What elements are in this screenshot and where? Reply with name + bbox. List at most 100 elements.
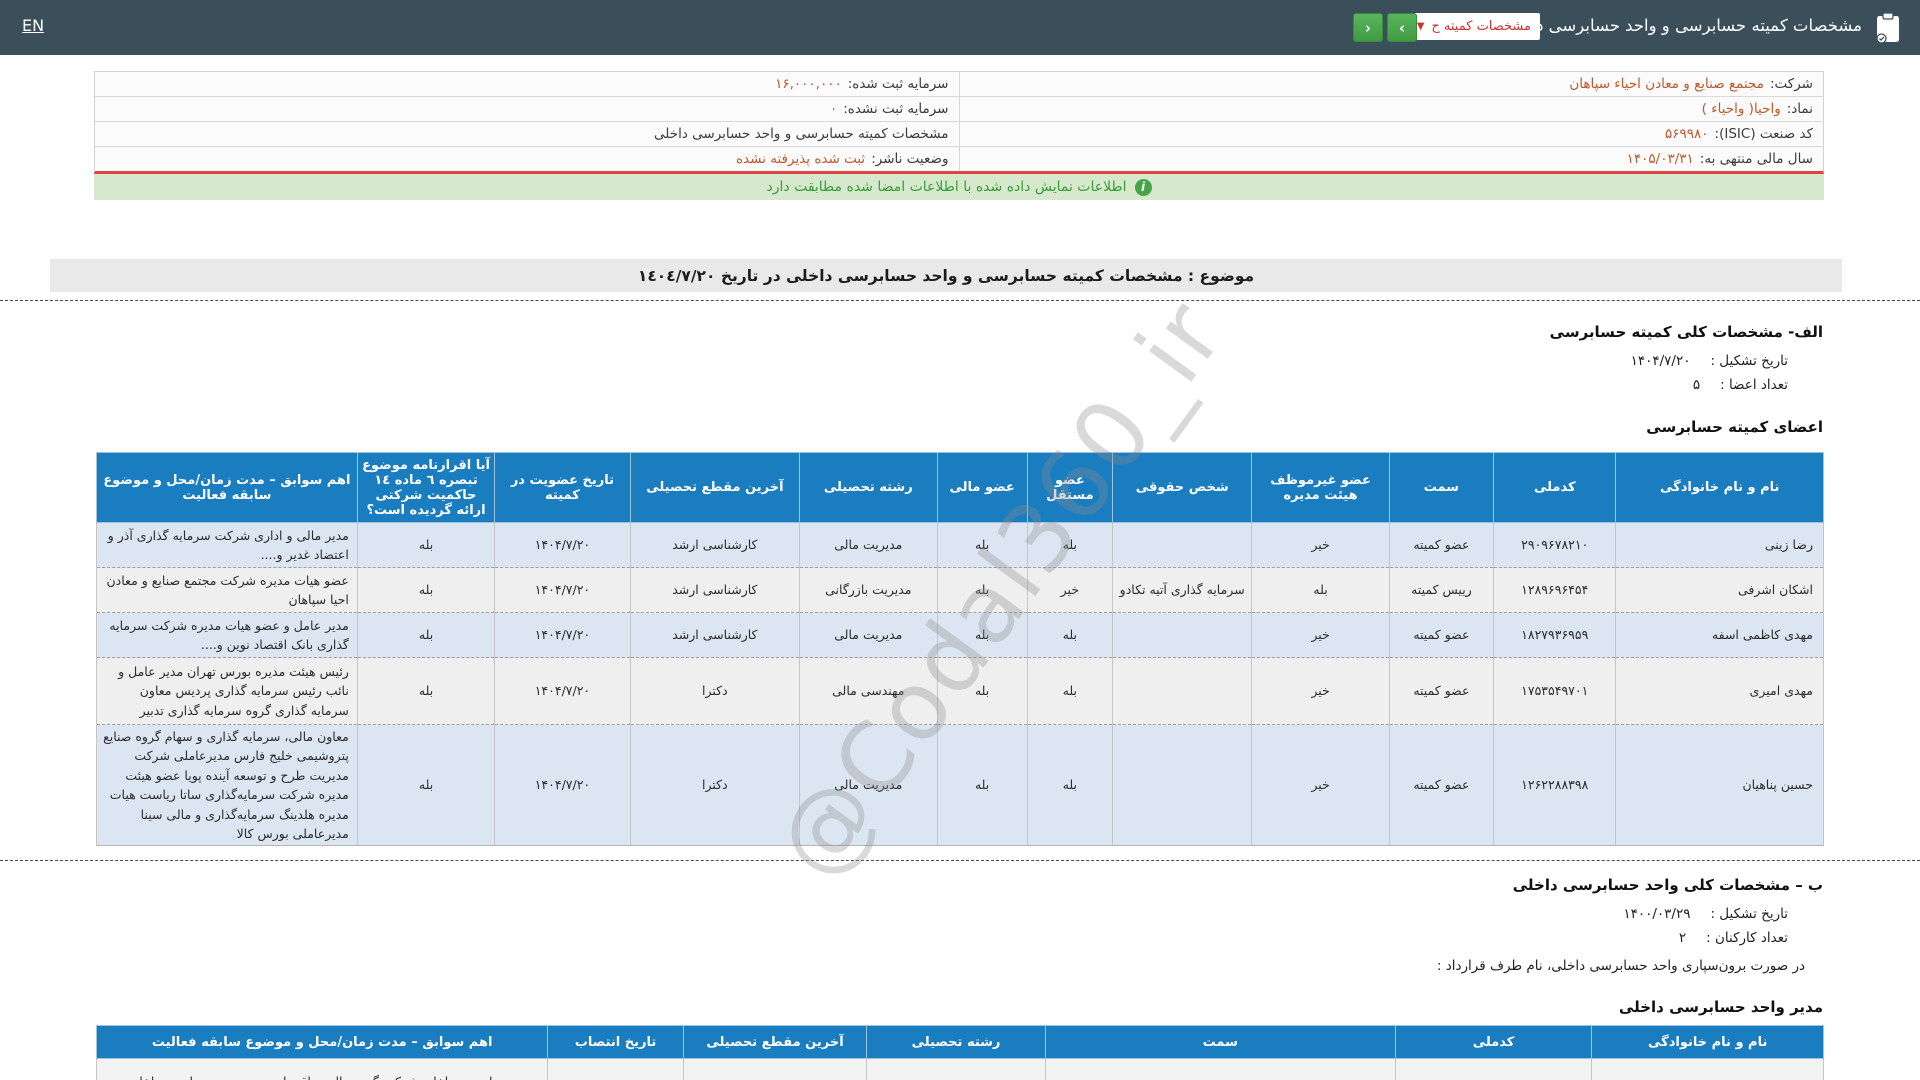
unit-formation-date-value: ۱۴۰۰/۰۳/۲۹: [1623, 906, 1691, 922]
member-declaration: بله: [356, 567, 496, 613]
info-row: کد صنعت (ISIC): ۵۶۹۹۸۰ مشخصات کمیته حسابر…: [95, 122, 1823, 147]
manager-experience: مدیر حسابرسی داخلی شرکت گروه مالی و اقتص…: [95, 1058, 549, 1080]
member-name: مهدی کاظمی اسفه: [1615, 612, 1824, 658]
col-header-name: نام و نام خانوادگی: [1615, 452, 1824, 523]
member-legal-entity: سرمایه گذاری آتیه تکادو: [1111, 567, 1253, 613]
col-header-name: نام و نام خانوادگی: [1591, 1025, 1824, 1059]
manager-row: حسابداری کارشناسی ارشد ۱۴۰۲/۱/۱ مدیر حسا…: [95, 1058, 1824, 1080]
manager-position: [1044, 1058, 1396, 1080]
member-independent: بله: [1026, 522, 1113, 568]
signed-info-banner: i اطلاعات نمایش داده شده با اطلاعات امضا…: [94, 174, 1824, 200]
col-header-experience: اهم سوابق – مدت زمان/محل و موضوع سابقه ف…: [95, 1025, 549, 1059]
report-type-dropdown[interactable]: مشخصات کمیته ح ▼: [1407, 13, 1540, 40]
isic-value: ۵۶۹۹۸۰: [1665, 126, 1709, 142]
member-independent: بله: [1026, 612, 1113, 658]
member-position: رییس کمیته: [1388, 567, 1495, 613]
members-count-label: تعداد اعضا :: [1720, 377, 1788, 393]
member-position: عضو کمیته: [1388, 612, 1495, 658]
clipboard-icon: [1876, 12, 1899, 44]
member-financial: بله: [936, 612, 1028, 658]
member-non-exec: بله: [1251, 567, 1390, 613]
fiscal-year-value: ۱۴۰۵/۰۳/۳۱: [1626, 151, 1694, 167]
member-membership-date: ۱۴۰۴/۷/۲۰: [494, 723, 631, 846]
registered-capital-value: ۱۶,۰۰۰,۰۰۰: [775, 76, 842, 92]
info-icon: i: [1134, 178, 1152, 196]
section-b-title: ب – مشخصات کلی واحد حسابرسی داخلی: [1512, 876, 1823, 894]
section-a-title: الف- مشخصات کلی کمیته حسابرسی: [1549, 323, 1823, 341]
registered-capital-label: سرمایه ثبت شده:: [847, 76, 949, 92]
member-financial: بله: [936, 657, 1028, 725]
member-financial: بله: [936, 723, 1028, 846]
manager-appointment-date: ۱۴۰۲/۱/۱: [547, 1058, 684, 1080]
formation-date-value: ۱۴۰۴/۷/۲۰: [1630, 353, 1691, 369]
member-declaration: بله: [356, 657, 496, 725]
member-degree: دکترا: [629, 657, 801, 725]
member-name: مهدی امیری: [1615, 657, 1824, 725]
col-header-position: سمت: [1044, 1025, 1396, 1059]
staff-count: تعداد کارکنان : ۲: [1679, 930, 1788, 946]
staff-count-value: ۲: [1678, 930, 1687, 946]
member-field: مدیریت بازرگانی: [799, 567, 938, 613]
member-field: مدیریت مالی: [799, 522, 938, 568]
members-table-title: اعضای کمیته حسابرسی: [1646, 418, 1823, 436]
dashed-separator: [0, 860, 1920, 861]
isic-label: کد صنعت (ISIC):: [1714, 126, 1813, 142]
formation-date-label: تاریخ تشکیل :: [1710, 353, 1788, 369]
member-name: رضا زینی: [1615, 522, 1824, 568]
internal-audit-manager-table: نام و نام خانوادگی کدملی سمت رشته تحصیلی…: [95, 1025, 1824, 1080]
unit-formation-date-label: تاریخ تشکیل :: [1710, 906, 1788, 922]
members-count: تعداد اعضا : ۵: [1693, 377, 1788, 393]
symbol-value: واحیا( واحیاء ): [1701, 101, 1781, 117]
issuer-status-label: وضعیت ناشر:: [871, 151, 949, 167]
member-name: حسین پناهیان: [1615, 723, 1824, 846]
member-legal-entity: [1111, 612, 1253, 658]
member-degree: کارشناسی ارشد: [629, 567, 801, 613]
nav-prev-button[interactable]: ‹: [1353, 13, 1383, 42]
col-header-national-id: کدملی: [1493, 452, 1617, 523]
member-national-id: ۱۷۵۳۵۴۹۷۰۱: [1493, 657, 1617, 725]
col-header-degree: آخرین مقطع تحصیلی: [629, 452, 801, 523]
committee-formation-date: تاریخ تشکیل : ۱۴۰۴/۷/۲۰: [1631, 353, 1788, 369]
report-name-label: مشخصات کمیته حسابرسی و واحد حسابرسی داخل…: [654, 126, 949, 142]
fiscal-year-label: سال مالی منتهی به:: [1699, 151, 1813, 167]
col-header-non-exec: عضو غیرموظف هیئت مدیره: [1251, 452, 1390, 523]
member-field: مهندسی مالی: [799, 657, 938, 725]
col-header-independent: عضو مستقل: [1026, 452, 1113, 523]
outsourcing-note: در صورت برون‌سپاری واحد حسابرسی داخلی، ن…: [1436, 958, 1805, 974]
language-en-link[interactable]: EN: [22, 16, 44, 35]
member-membership-date: ۱۴۰۴/۷/۲۰: [494, 612, 631, 658]
member-non-exec: خیر: [1251, 657, 1390, 725]
info-row: سال مالی منتهی به: ۱۴۰۵/۰۳/۳۱ وضعیت ناشر:…: [95, 147, 1823, 171]
member-experience: مدیر عامل و عضو هیات مدیره شرکت سرمایه گ…: [96, 612, 358, 658]
member-field: مدیریت مالی: [799, 612, 938, 658]
member-degree: دکترا: [629, 723, 801, 846]
col-header-experience: اهم سوابق – مدت زمان/محل و موضوع سابقه ف…: [96, 452, 358, 523]
member-position: عضو کمیته: [1388, 723, 1495, 846]
member-financial: بله: [936, 567, 1028, 613]
dashed-separator: [0, 300, 1920, 301]
manager-name: [1591, 1058, 1824, 1080]
col-header-legal-entity: شخص حقوقی: [1111, 452, 1253, 523]
member-declaration: بله: [356, 522, 496, 568]
member-legal-entity: [1111, 522, 1253, 568]
col-header-national-id: کدملی: [1394, 1025, 1593, 1059]
member-degree: کارشناسی ارشد: [629, 522, 801, 568]
issuer-status-value: ثبت شده پذیرفته نشده: [735, 151, 866, 167]
subject-text: موضوع : مشخصات کمیته حسابرسی و واحد حساب…: [637, 266, 1255, 285]
chevron-left-icon: ‹: [1364, 18, 1372, 37]
member-non-exec: خیر: [1251, 723, 1390, 846]
members-count-value: ۵: [1692, 377, 1701, 393]
member-membership-date: ۱۴۰۴/۷/۲۰: [494, 522, 631, 568]
col-header-degree: آخرین مقطع تحصیلی: [682, 1025, 868, 1059]
member-declaration: بله: [356, 612, 496, 658]
member-row: رضا زینی ۲۹۰۹۶۷۸۲۱۰ عضو کمیته خیر بله بل…: [96, 522, 1824, 568]
member-legal-entity: [1111, 657, 1253, 725]
member-position: عضو کمیته: [1388, 657, 1495, 725]
member-membership-date: ۱۴۰۴/۷/۲۰: [494, 567, 631, 613]
member-national-id: ۱۲۶۲۲۸۸۳۹۸: [1493, 723, 1617, 846]
member-membership-date: ۱۴۰۴/۷/۲۰: [494, 657, 631, 725]
member-national-id: ۱۲۸۹۶۹۶۴۵۴: [1493, 567, 1617, 613]
chevron-down-icon: ▼: [1416, 21, 1425, 32]
col-header-field: رشته تحصیلی: [866, 1025, 1046, 1059]
nav-next-button[interactable]: ›: [1387, 13, 1417, 42]
